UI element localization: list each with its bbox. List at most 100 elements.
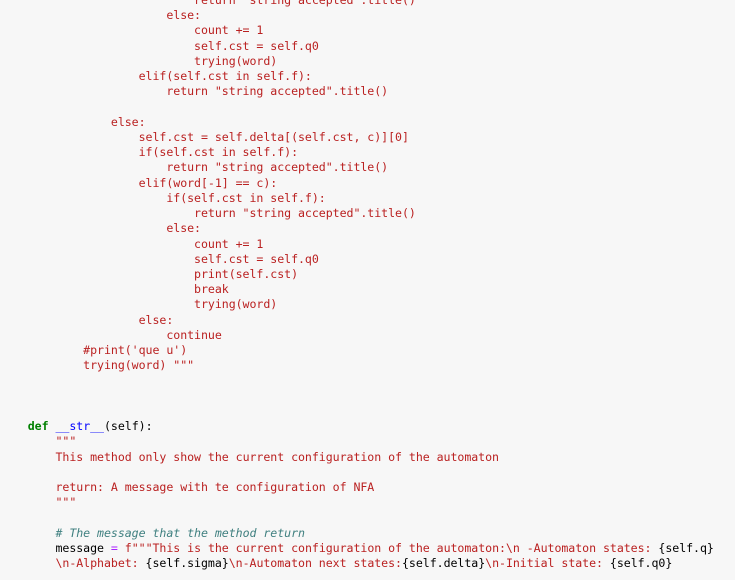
string-token: \n-Initial state: [485,556,610,571]
code-editor[interactable]: return "string accepted".title() else: c… [0,0,735,571]
code-line: return "string accepted".title() [0,206,735,221]
code-line: return "string accepted".title() [0,0,735,8]
code-line: # The message that the method return [0,526,735,541]
function-name-token: __str__ [55,419,104,434]
string-token: if(self.cst in self.f): [138,145,299,160]
code-line: return "string accepted".title() [0,84,735,99]
keyword-token: def [27,419,49,434]
string-token: else: [138,312,174,327]
string-token: elif(self.cst in self.f): [138,69,312,84]
string-token: This method only show the current config… [55,449,499,464]
string-token: self.cst = self.q0 [194,251,319,266]
string-token: if(self.cst in self.f): [166,190,326,205]
code-line: return "string accepted".title() [0,160,735,175]
string-token: self.cst = self.q0 [194,38,319,53]
string-token: trying(word) [194,297,278,312]
string-token: return "string accepted".title() [194,206,416,221]
string-token: else: [110,114,146,129]
string-token: \n-Alphabet: [55,556,146,571]
string-token: return "string accepted".title() [194,0,416,7]
code-line: \n-Alphabet: {self.sigma}\n-Automaton ne… [0,556,735,571]
string-token: return "string accepted".title() [166,84,389,99]
string-token: continue [166,327,222,342]
code-line: def __str__(self): [0,419,735,434]
code-line: message = f"""This is the current config… [0,541,735,556]
string-token: else: [166,221,201,236]
string-token: """ [55,434,77,449]
plain-token: (self): [103,419,153,434]
plain-token: {self.delta} [401,556,486,571]
comment-token: # The message that the method return [55,525,305,540]
code-line: self.cst = self.q0 [0,252,735,267]
code-line: #print('que u') [0,343,735,358]
code-line: return: A message with te configuration … [0,480,735,495]
plain-token: {self.q0} [609,556,673,571]
code-line: This method only show the current config… [0,450,735,465]
string-token: count += 1 [194,23,264,38]
string-token: return: A message with te configuration … [55,480,375,494]
code-line: trying(word) [0,297,735,312]
code-line: self.cst = self.delta[(self.cst, c)][0] [0,130,735,145]
code-line: trying(word) [0,54,735,69]
code-line: if(self.cst in self.f): [0,145,735,160]
code-line: elif(self.cst in self.f): [0,69,735,84]
string-token: """ [55,495,77,510]
string-token: return "string accepted".title() [166,160,389,175]
plain-token: {self.q} [658,540,714,555]
code-line: count += 1 [0,237,735,252]
code-line: count += 1 [0,23,735,38]
code-line: continue [0,328,735,343]
code-line: trying(word) """ [0,358,735,373]
code-line: """ [0,434,735,449]
string-token: f"""This is the current configuration of… [124,540,659,555]
code-line: print(self.cst) [0,267,735,282]
string-token: #print('que u') [83,343,188,358]
code-line: else: [0,8,735,23]
code-line: if(self.cst in self.f): [0,191,735,206]
code-line: else: [0,115,735,130]
code-line: self.cst = self.q0 [0,39,735,54]
string-token: \n-Automaton next states: [228,556,402,571]
operator-token: = [110,540,118,555]
string-token: break [194,282,229,297]
string-token: self.cst = self.delta[(self.cst, c)][0] [138,129,409,144]
string-token: trying(word) [194,53,278,68]
code-line: else: [0,313,735,328]
plain-token: message [55,540,111,555]
